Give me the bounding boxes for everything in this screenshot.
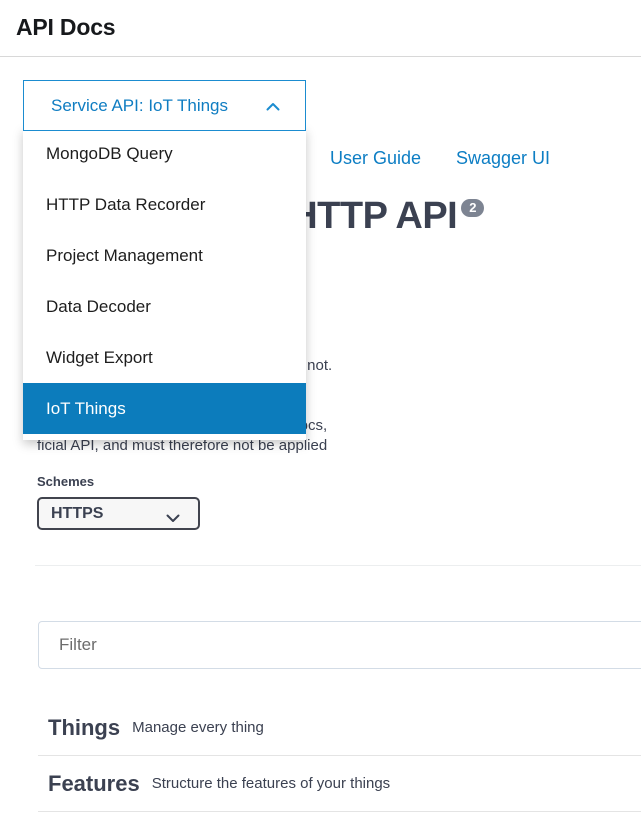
tag-description: Structure the features of your things (152, 775, 390, 792)
schemes-label: Schemes (37, 474, 94, 489)
dropdown-item-data-decoder[interactable]: Data Decoder (23, 281, 306, 332)
version-badge: 2 (461, 199, 484, 217)
tag-description: Manage every thing (132, 719, 264, 736)
swagger-ui-link[interactable]: Swagger UI (456, 148, 550, 169)
api-docs-page: API Docs Eclipse Ditto™ HTTP API2 Eclips… (0, 0, 641, 831)
page-title: API Docs (16, 14, 115, 41)
filter-wrapper (38, 621, 641, 669)
dropdown-item-project-management[interactable]: Project Management (23, 230, 306, 281)
tag-name: Features (48, 771, 140, 797)
chevron-up-icon (265, 99, 281, 115)
tag-row-features[interactable]: Features Structure the features of your … (38, 756, 641, 812)
document-title-main: HTTP API (290, 195, 457, 237)
schemes-block: Schemes HTTPS (35, 462, 641, 566)
api-selector-label: Service API: IoT Things (51, 96, 228, 116)
tag-name: Things (48, 715, 120, 741)
schemes-select[interactable]: HTTPS (37, 497, 200, 530)
schemes-selected-value: HTTPS (51, 505, 103, 523)
tag-list: Things Manage every thing Features Struc… (38, 700, 641, 812)
chevron-down-icon (166, 510, 180, 520)
dropdown-item-mongodb-query[interactable]: MongoDB Query (23, 128, 306, 179)
api-toolbar: Service API: IoT Things User Guide Swagg… (0, 57, 641, 127)
user-guide-link[interactable]: User Guide (330, 148, 421, 169)
filter-input[interactable] (38, 621, 641, 669)
tag-row-things[interactable]: Things Manage every thing (38, 700, 641, 756)
dropdown-item-widget-export[interactable]: Widget Export (23, 332, 306, 383)
api-selector-dropdown: MongoDB Query HTTP Data Recorder Project… (23, 128, 306, 440)
dropdown-item-iot-things[interactable]: IoT Things (23, 383, 306, 434)
app-header: API Docs (0, 0, 641, 57)
api-selector-button[interactable]: Service API: IoT Things (23, 80, 306, 131)
dropdown-item-http-data-recorder[interactable]: HTTP Data Recorder (23, 179, 306, 230)
